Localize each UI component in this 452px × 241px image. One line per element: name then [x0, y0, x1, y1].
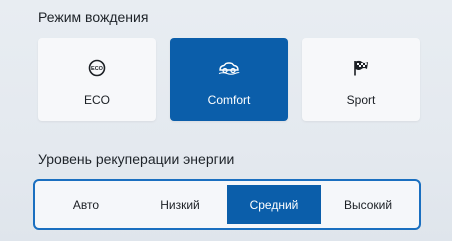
drive-mode-title: Режим вождения — [38, 9, 149, 25]
mode-sport-button[interactable]: Sport — [302, 38, 420, 121]
regen-level-title: Уровень рекуперации энергии — [38, 151, 235, 167]
car-comfort-icon — [217, 58, 241, 78]
checkered-flag-icon — [349, 58, 373, 78]
eco-icon: ECO — [85, 58, 109, 78]
mode-comfort-label: Comfort — [207, 93, 251, 107]
regen-auto-option[interactable]: Авто — [39, 185, 133, 224]
mode-eco-button[interactable]: ECO ECO — [38, 38, 156, 121]
regen-medium-option[interactable]: Средний — [227, 185, 321, 224]
svg-text:ECO: ECO — [91, 66, 104, 72]
regen-level-selector: Авто Низкий Средний Высокий — [33, 179, 421, 230]
mode-comfort-button[interactable]: Comfort — [170, 38, 288, 121]
regen-high-option[interactable]: Высокий — [321, 185, 415, 224]
mode-eco-label: ECO — [83, 93, 110, 107]
mode-sport-label: Sport — [346, 93, 376, 107]
regen-low-option[interactable]: Низкий — [133, 185, 227, 224]
